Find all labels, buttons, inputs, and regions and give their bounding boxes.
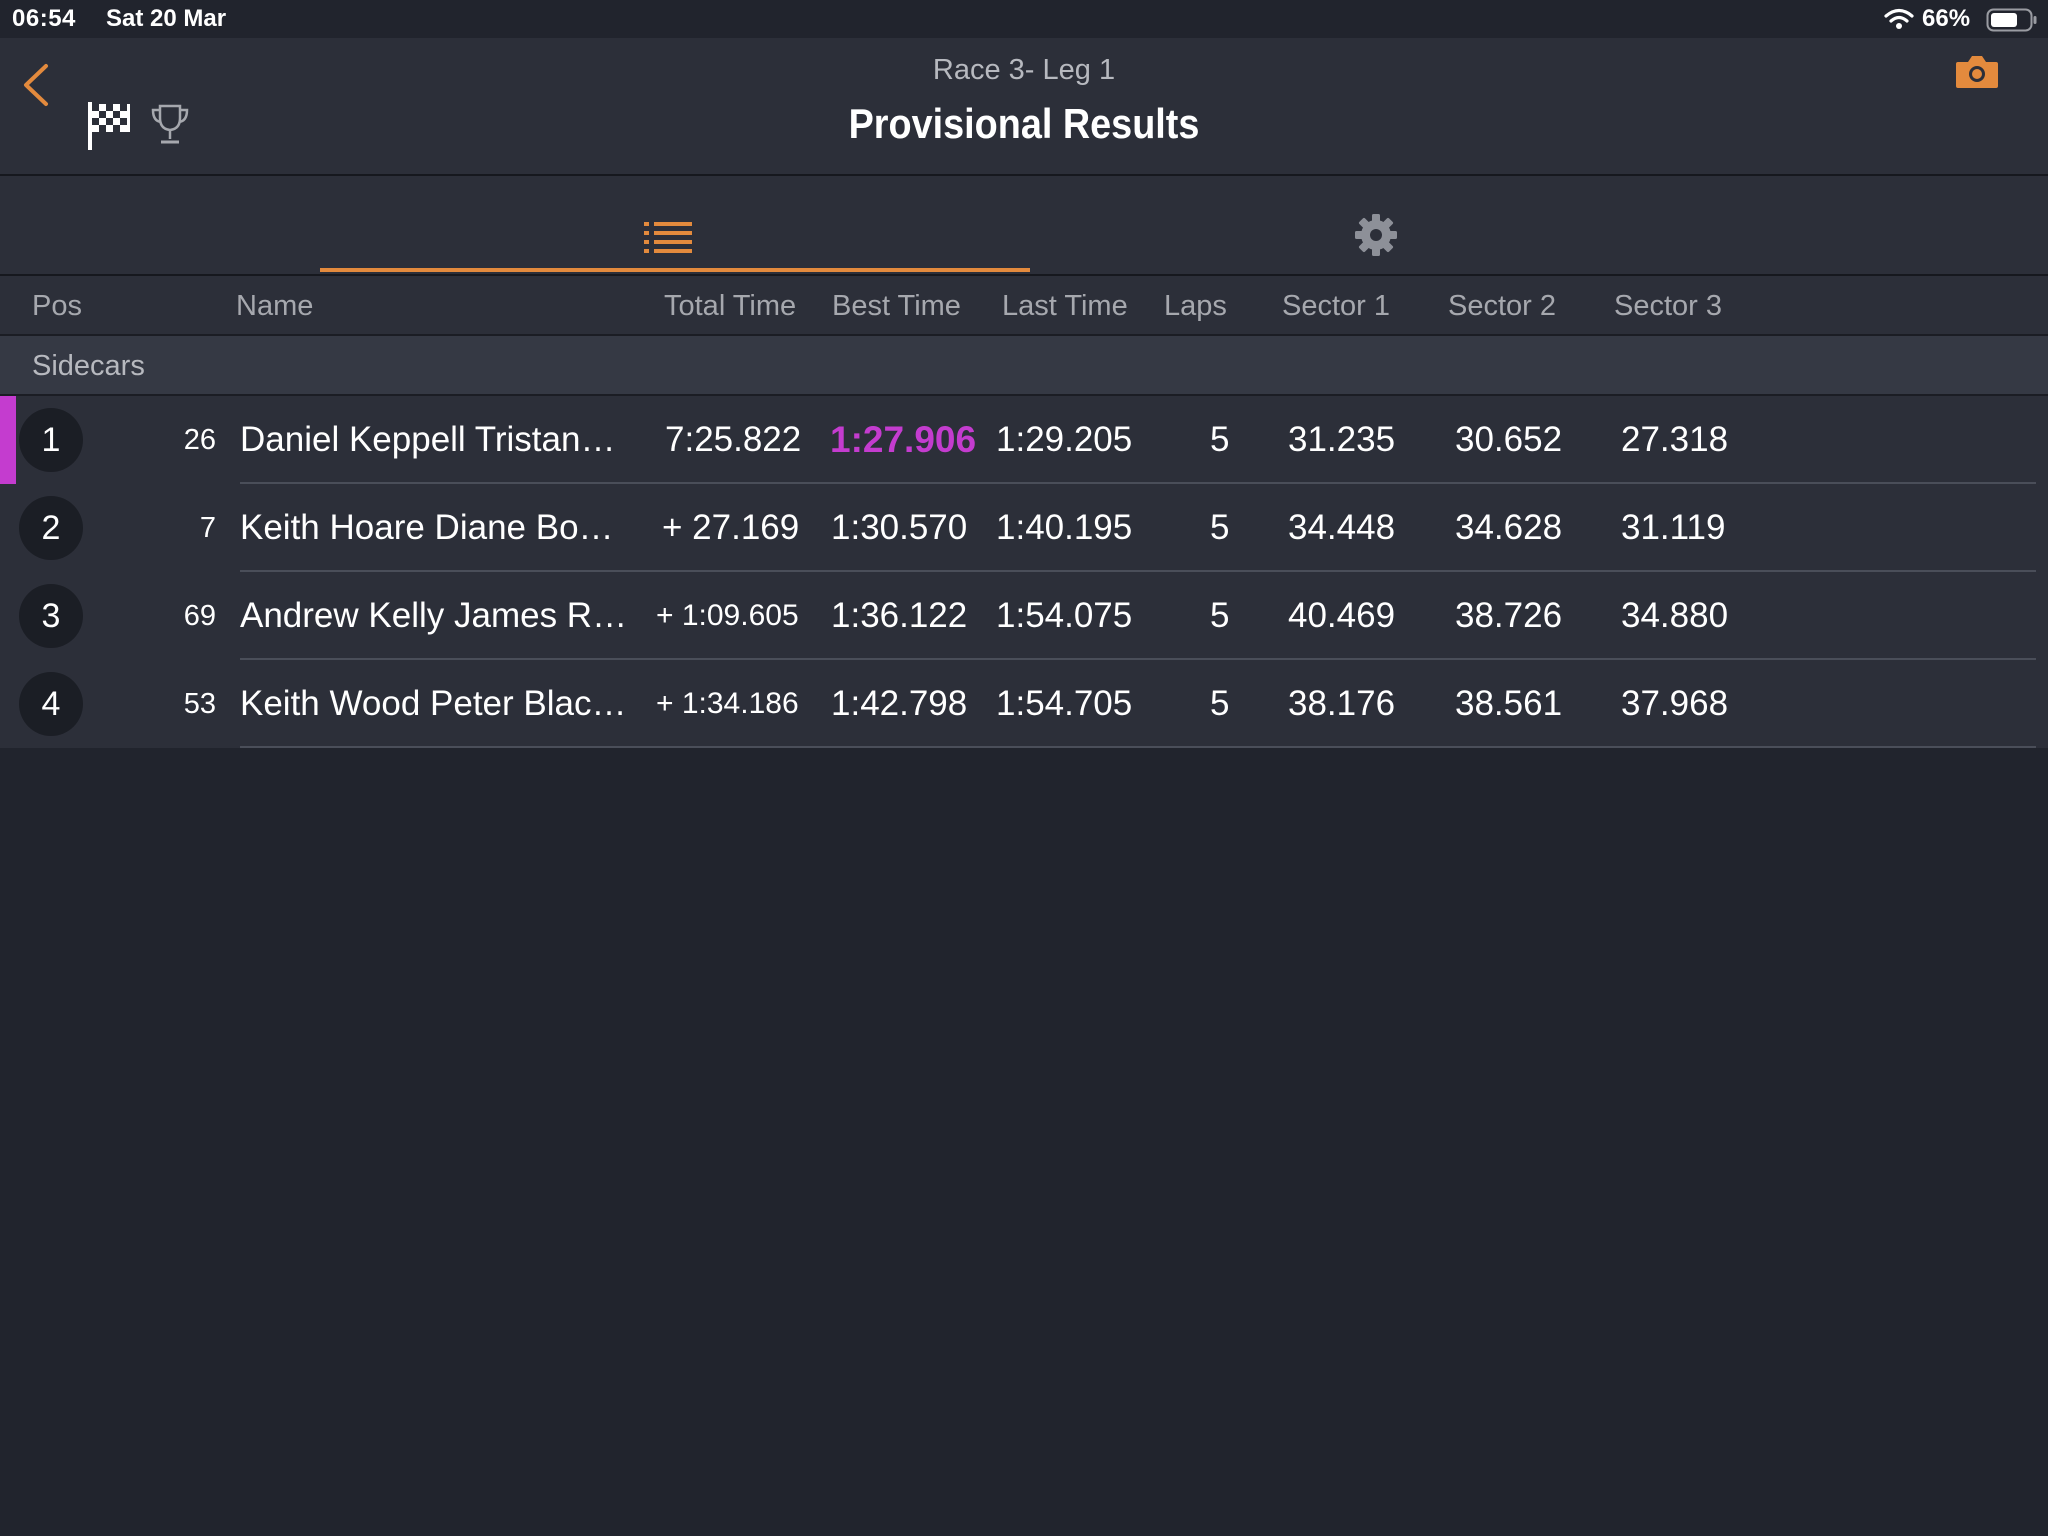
sector-1: 40.469 [1288, 596, 1396, 635]
rider-names: Keith Wood Peter Blac… [240, 684, 627, 723]
laps: 5 [1210, 508, 1230, 547]
race-number: 53 [183, 688, 216, 720]
battery-icon [1986, 8, 2038, 32]
sector-3: 31.119 [1621, 508, 1726, 547]
class-group-header: Sidecars [0, 336, 2048, 396]
status-date: Sat 20 Mar [106, 5, 227, 32]
list-icon[interactable] [644, 220, 694, 254]
status-bar: 06:54 Sat 20 Mar 66% [0, 0, 2048, 38]
rider-names: Andrew Kelly James R… [240, 596, 628, 635]
battery-percent: 66% [1922, 5, 1971, 32]
sector-3: 37.968 [1621, 684, 1729, 723]
page-title: Provisional Results [848, 100, 1200, 147]
table-row[interactable]: 1 26 Daniel Keppell Tristan… 7:25.822 1:… [0, 396, 2048, 484]
best-time: 1:36.122 [831, 596, 968, 635]
position-badge: 1 [19, 408, 83, 472]
position-badge: 3 [19, 584, 83, 648]
total-time: + 1:09.605 [656, 599, 799, 632]
table-row[interactable]: 4 53 Keith Wood Peter Blac… + 1:34.186 1… [0, 660, 2048, 748]
camera-icon[interactable] [1954, 52, 2000, 90]
sector-3: 34.880 [1621, 596, 1729, 635]
navigation-header: Race 3- Leg 1 Provisional Results [0, 38, 2048, 176]
last-time: 1:54.075 [996, 596, 1133, 635]
race-number: 69 [183, 600, 216, 632]
col-laps[interactable]: Laps [1164, 290, 1227, 323]
last-time: 1:29.205 [996, 420, 1133, 459]
laps: 5 [1210, 596, 1230, 635]
last-time: 1:40.195 [996, 508, 1133, 547]
best-time: 1:27.906 [830, 419, 977, 460]
laps: 5 [1210, 420, 1230, 459]
sector-2: 38.726 [1455, 596, 1563, 635]
laps: 5 [1210, 684, 1230, 723]
tab-bar [0, 176, 2048, 276]
best-time: 1:30.570 [831, 508, 968, 547]
col-last-time[interactable]: Last Time [1002, 290, 1128, 323]
class-group-label: Sidecars [32, 350, 145, 382]
race-number: 26 [183, 424, 216, 456]
sector-2: 30.652 [1455, 420, 1563, 459]
row-divider [240, 746, 2036, 748]
sector-3: 27.318 [1621, 420, 1729, 459]
total-time: + 1:34.186 [656, 687, 799, 720]
total-time: 7:25.822 [665, 420, 802, 459]
sector-1: 34.448 [1288, 508, 1396, 547]
rider-names: Keith Hoare Diane Bo… [240, 508, 614, 547]
total-time: + 27.169 [662, 508, 800, 547]
col-sector-1[interactable]: Sector 1 [1282, 290, 1390, 323]
sector-2: 38.561 [1455, 684, 1563, 723]
col-sector-2[interactable]: Sector 2 [1448, 290, 1556, 323]
race-number: 7 [199, 512, 216, 544]
col-sector-3[interactable]: Sector 3 [1614, 290, 1722, 323]
sector-1: 31.235 [1288, 420, 1396, 459]
position-badge: 2 [19, 496, 83, 560]
status-time: 06:54 [12, 5, 76, 32]
last-time: 1:54.705 [996, 684, 1133, 723]
col-name[interactable]: Name [236, 290, 313, 323]
sector-2: 34.628 [1455, 508, 1563, 547]
col-best-time[interactable]: Best Time [832, 290, 961, 323]
table-row[interactable]: 2 7 Keith Hoare Diane Bo… + 27.169 1:30.… [0, 484, 2048, 572]
position-badge: 4 [19, 672, 83, 736]
col-pos[interactable]: Pos [32, 290, 82, 323]
sector-1: 38.176 [1288, 684, 1396, 723]
race-subtitle: Race 3- Leg 1 [932, 54, 1116, 86]
best-time: 1:42.798 [831, 684, 968, 723]
rider-names: Daniel Keppell Tristan… [240, 420, 616, 459]
tab-selected-indicator [320, 268, 1030, 272]
table-header: Pos Name Total Time Best Time Last Time … [0, 276, 2048, 336]
col-total-time[interactable]: Total Time [664, 290, 796, 323]
gear-icon[interactable] [1354, 213, 1398, 257]
table-row[interactable]: 3 69 Andrew Kelly James R… + 1:09.605 1:… [0, 572, 2048, 660]
leader-accent [0, 396, 16, 484]
wifi-icon [1884, 8, 1914, 30]
